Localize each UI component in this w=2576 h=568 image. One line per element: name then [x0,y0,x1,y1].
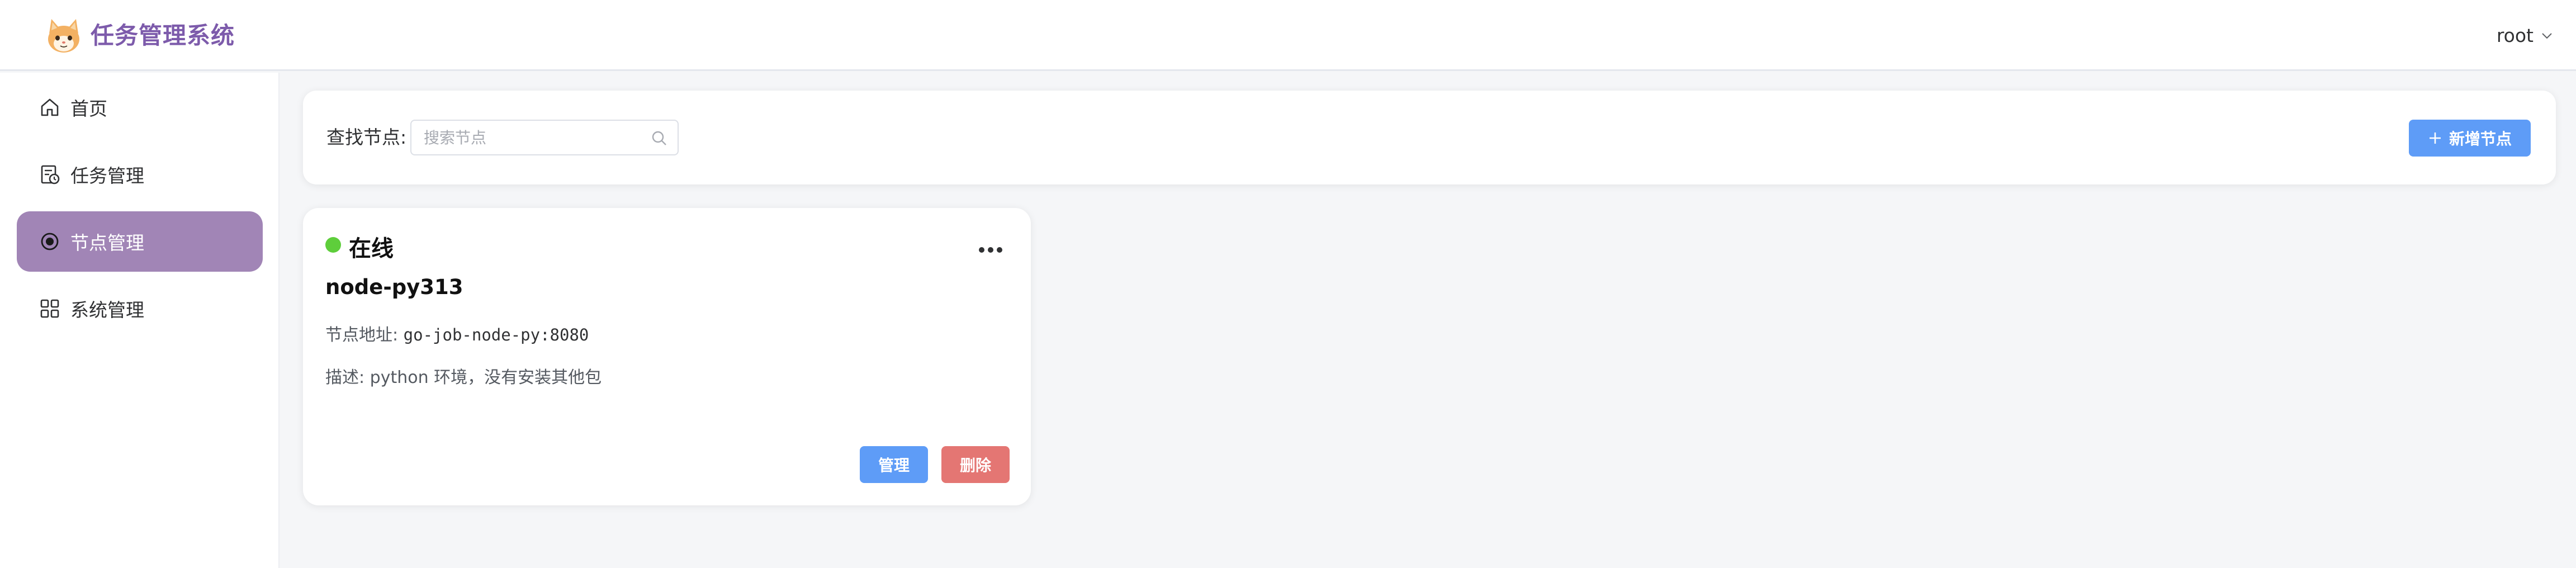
user-name: root [2496,25,2534,46]
add-node-button[interactable]: 新增节点 [2409,120,2531,157]
node-address-label: 节点地址: [325,325,399,345]
search-card: 查找节点: 新增节点 [303,91,2556,184]
node-radio-icon [41,233,59,250]
top-header: 任务管理系统 root [0,0,2576,71]
node-desc-row: 描述: python 环境，没有安装其他包 [325,363,602,388]
sidebar-item-nodes[interactable]: 节点管理 [17,211,263,272]
search-label: 查找节点: [326,126,407,148]
node-desc: python 环境，没有安装其他包 [370,368,602,387]
sidebar-item-label: 节点管理 [70,232,144,254]
more-options-icon[interactable] [974,242,1007,258]
node-address: go-job-node-py:8080 [403,325,589,344]
node-name: node-py313 [325,275,463,299]
node-card: 在线 node-py313 节点地址: go-job-node-py:8080 … [303,208,1031,505]
node-desc-label: 描述: [325,368,365,387]
sidebar: 首页 任务管理 节点管理 系统管理 [0,73,280,568]
grid-apps-icon [40,299,59,318]
add-node-label: 新增节点 [2449,130,2512,148]
task-calendar-icon [41,165,60,184]
sidebar-item-label: 首页 [70,98,107,120]
sidebar-item-label: 系统管理 [70,299,144,321]
node-status: 在线 [349,236,394,262]
node-address-row: 节点地址: go-job-node-py:8080 [325,321,589,345]
search-icon[interactable] [651,130,667,146]
search-box[interactable] [410,120,679,155]
cat-logo-icon [48,19,79,53]
online-status-dot [325,237,341,253]
chevron-down-icon [2542,32,2552,39]
search-input[interactable] [424,121,647,154]
sidebar-item-system[interactable]: 系统管理 [17,278,263,339]
app-title: 任务管理系统 [91,22,235,49]
sidebar-item-home[interactable]: 首页 [17,77,263,138]
manage-button[interactable]: 管理 [860,446,928,483]
user-menu[interactable]: root [2497,0,2554,71]
sidebar-item-tasks[interactable]: 任务管理 [17,144,263,205]
home-icon [41,98,59,116]
sidebar-item-label: 任务管理 [70,165,144,187]
plus-icon [2429,132,2441,144]
delete-button[interactable]: 删除 [941,446,1010,483]
